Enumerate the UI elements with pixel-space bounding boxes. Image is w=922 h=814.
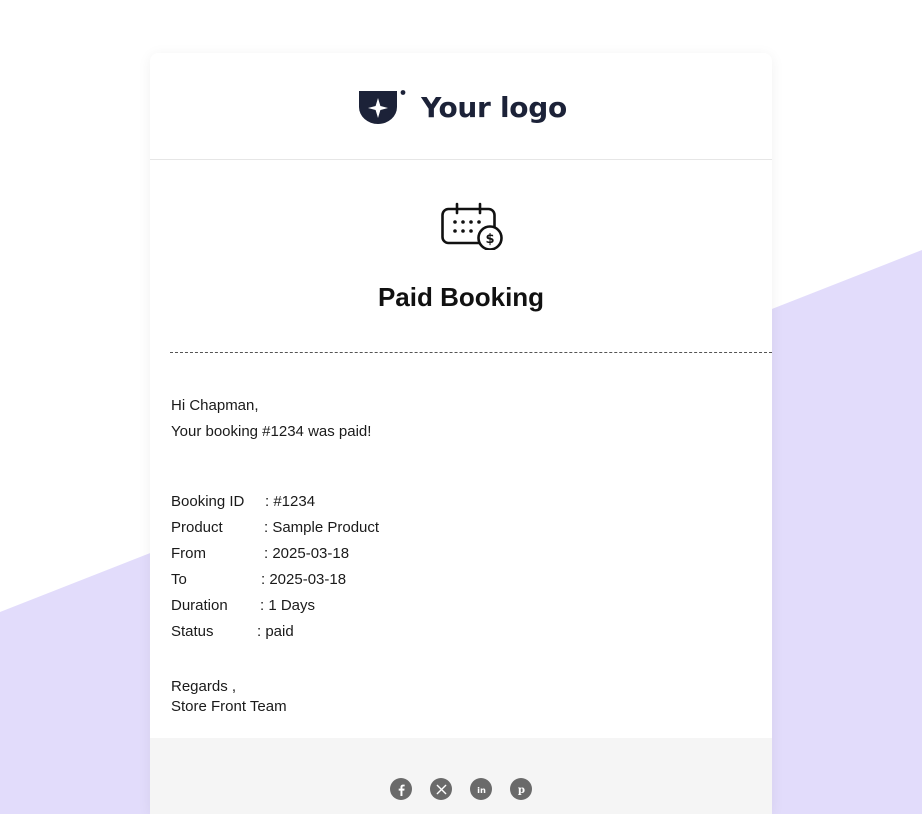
detail-row-product: Product : Sample Product: [171, 515, 751, 541]
signature-block: Regards , Store Front Team: [171, 677, 751, 717]
detail-value: : Sample Product: [264, 519, 380, 536]
detail-value: : #1234: [265, 493, 316, 510]
svg-text:p: p: [517, 784, 524, 796]
linkedin-icon: in: [477, 784, 486, 794]
regards-text: Regards ,: [171, 678, 237, 695]
detail-label: Duration: [171, 597, 228, 614]
pinterest-icon: p: [517, 784, 524, 796]
social-links: in p: [381, 778, 541, 800]
detail-label: Status: [171, 623, 214, 640]
svg-text:in: in: [477, 784, 486, 794]
dashed-divider: [170, 352, 772, 353]
pinterest-link[interactable]: p: [510, 778, 532, 800]
footer: in p: [150, 738, 772, 814]
booking-details: Booking ID : #1234 Product : Sample Prod…: [171, 489, 751, 645]
detail-row-to: To : 2025-03-18: [171, 567, 751, 593]
detail-value: : paid: [257, 623, 294, 640]
detail-label: Booking ID: [171, 493, 245, 510]
greeting-block: Hi Chapman, Your booking #1234 was paid!: [171, 393, 751, 445]
linkedin-link[interactable]: in: [470, 778, 492, 800]
x-twitter-icon: [436, 784, 446, 794]
page-title: Paid Booking: [377, 282, 545, 312]
hero-section: $ Paid Booking: [150, 160, 772, 353]
logo-mark-icon: [359, 90, 406, 124]
greeting-text: Hi Chapman,: [171, 397, 259, 414]
svg-text:$: $: [485, 232, 494, 247]
brand-logo[interactable]: Your logo: [355, 89, 567, 125]
detail-row-status: Status : paid: [171, 619, 751, 645]
team-name: Store Front Team: [171, 698, 287, 715]
calendar-dollar-icon: $: [441, 202, 503, 250]
logo-text: Your logo: [421, 90, 567, 124]
detail-label: From: [171, 545, 206, 562]
detail-value: : 2025-03-18: [264, 545, 350, 562]
detail-row-from: From : 2025-03-18: [171, 541, 751, 567]
detail-label: Product: [171, 519, 223, 536]
detail-row-booking-id: Booking ID : #1234: [171, 489, 751, 515]
facebook-icon: [398, 784, 405, 796]
x-twitter-link[interactable]: [430, 778, 452, 800]
detail-value: : 2025-03-18: [261, 571, 347, 588]
detail-value: : 1 Days: [260, 597, 316, 614]
logo-header: Your logo: [150, 53, 772, 160]
facebook-link[interactable]: [390, 778, 412, 800]
detail-row-duration: Duration : 1 Days: [171, 593, 751, 619]
detail-label: To: [171, 571, 187, 588]
message-body: Hi Chapman, Your booking #1234 was paid!…: [150, 393, 772, 717]
email-card: Your logo $ Paid Booking Hi Chapman, You…: [150, 53, 772, 814]
booking-status-text: Your booking #1234 was paid!: [171, 423, 372, 440]
